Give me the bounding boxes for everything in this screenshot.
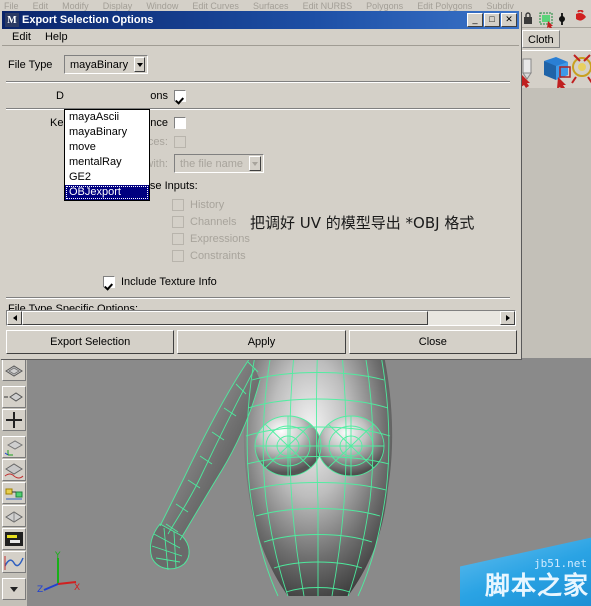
rename-with-value: the file name bbox=[180, 157, 243, 170]
dropdown-item-move[interactable]: move bbox=[65, 140, 149, 155]
viewport-3d[interactable]: Y X Z bbox=[28, 358, 591, 606]
maya-right-panel-filler bbox=[520, 88, 591, 358]
maximize-button[interactable]: □ bbox=[484, 13, 500, 27]
dialog-title-bar[interactable]: M Export Selection Options _ □ ✕ bbox=[2, 11, 519, 29]
divider-3 bbox=[6, 297, 510, 299]
dropdown-item-ge2[interactable]: GE2 bbox=[65, 170, 149, 185]
default-extensions-label-fragment: D bbox=[56, 90, 64, 102]
expressions-checkbox[interactable] bbox=[172, 233, 184, 245]
view-graph-icon[interactable] bbox=[2, 482, 26, 504]
dropdown-item-mayabinary[interactable]: mayaBinary bbox=[65, 125, 149, 140]
view-split-icon[interactable] bbox=[2, 386, 26, 408]
dialog-menu-help[interactable]: Help bbox=[39, 30, 76, 44]
file-type-combobox[interactable]: mayaBinary bbox=[64, 55, 148, 74]
maya-menu-file[interactable]: File bbox=[0, 1, 26, 11]
export-selection-options-dialog[interactable]: M Export Selection Options _ □ ✕ Edit He… bbox=[0, 11, 521, 359]
maya-menu-modify[interactable]: Modify bbox=[58, 1, 96, 11]
close-button-bottom[interactable]: Close bbox=[348, 330, 517, 354]
maya-menu-edit-polygons[interactable]: Edit Polygons bbox=[413, 1, 479, 11]
channels-checkbox[interactable] bbox=[172, 216, 184, 228]
dropdown-item-objexport[interactable]: OBJexport bbox=[65, 185, 149, 200]
scroll-left-button[interactable] bbox=[7, 311, 22, 325]
dropdown-item-mentalray[interactable]: mentalRay bbox=[65, 155, 149, 170]
view-axis-plane-icon[interactable] bbox=[2, 436, 26, 458]
chevron-down-icon[interactable] bbox=[134, 57, 145, 72]
keep-reference-label-fragment: Ke bbox=[50, 117, 64, 129]
dropdown-item-mayaascii[interactable]: mayaAscii bbox=[65, 110, 149, 125]
dialog-menu-edit[interactable]: Edit bbox=[6, 30, 39, 44]
dialog-button-row[interactable]: Export Selection Apply Close bbox=[6, 330, 517, 354]
maya-menu-edit[interactable]: Edit bbox=[29, 1, 56, 11]
expressions-row[interactable]: Expressions bbox=[172, 233, 250, 245]
maya-menu-subdiv[interactable]: Subdiv bbox=[482, 1, 521, 11]
constraints-label: Constraints bbox=[190, 250, 246, 262]
view-curve-icon[interactable] bbox=[2, 551, 26, 573]
channels-label: Channels bbox=[190, 216, 237, 228]
references-checkbox[interactable] bbox=[174, 136, 186, 148]
close-button[interactable]: ✕ bbox=[501, 13, 517, 27]
include-texture-info-label: Include Texture Info bbox=[121, 276, 217, 288]
chevron-down-icon-2[interactable] bbox=[248, 156, 261, 171]
maya-shelf-icon-row[interactable] bbox=[520, 50, 591, 90]
dialog-horizontal-scrollbar[interactable] bbox=[6, 310, 516, 326]
window-controls[interactable]: _ □ ✕ bbox=[467, 13, 517, 27]
maya-menu-edit-nurbs[interactable]: Edit NURBS bbox=[299, 1, 360, 11]
expressions-label: Expressions bbox=[190, 233, 250, 245]
constraints-checkbox[interactable] bbox=[172, 250, 184, 262]
file-type-row: File Type mayaBinary bbox=[8, 55, 148, 74]
screen: File Edit Modify Display Window Edit Cur… bbox=[0, 0, 591, 606]
maya-m-icon: M bbox=[5, 13, 19, 27]
history-row[interactable]: History bbox=[172, 199, 224, 211]
status-toolbar-icons bbox=[522, 9, 586, 29]
scrollbar-track[interactable] bbox=[22, 311, 500, 325]
apply-button[interactable]: Apply bbox=[177, 330, 346, 354]
maya-status-toolbar[interactable] bbox=[520, 9, 591, 29]
view-crosshair-icon[interactable] bbox=[2, 409, 26, 431]
dialog-menu-bar[interactable]: Edit Help bbox=[2, 29, 519, 46]
dialog-body: File Type mayaBinary ons D nce Ke ces: w… bbox=[2, 46, 519, 323]
maya-menu-polygons[interactable]: Polygons bbox=[362, 1, 410, 11]
shelf-icons bbox=[521, 54, 591, 90]
export-selection-button[interactable]: Export Selection bbox=[6, 330, 175, 354]
view-persp-icon[interactable] bbox=[2, 505, 26, 527]
maya-menu-surfaces[interactable]: Surfaces bbox=[249, 1, 296, 11]
maya-menu-edit-curves[interactable]: Edit Curves bbox=[188, 1, 246, 11]
axis-gizmo: Y X Z bbox=[37, 551, 80, 594]
view-outliner-icon[interactable] bbox=[2, 528, 26, 550]
svg-text:X: X bbox=[74, 583, 80, 593]
svg-text:Y: Y bbox=[54, 551, 61, 561]
scrollbar-thumb[interactable] bbox=[22, 311, 429, 325]
toolbar-more-dropdown[interactable] bbox=[2, 578, 26, 600]
scroll-right-button[interactable] bbox=[500, 311, 515, 325]
file-type-dropdown-list[interactable]: mayaAscii mayaBinary move mentalRay GE2 … bbox=[64, 109, 150, 201]
view-shaded-icon[interactable] bbox=[2, 459, 26, 481]
include-texture-info-row[interactable]: Include Texture Info bbox=[103, 276, 217, 288]
history-label: History bbox=[190, 199, 225, 211]
annotation-text: 把调好 UV 的模型导出 *OBJ 格式 bbox=[250, 214, 475, 232]
constraints-row[interactable]: Constraints bbox=[172, 250, 246, 262]
rename-with-combobox[interactable]: the file name bbox=[174, 154, 264, 173]
file-type-label: File Type bbox=[8, 58, 53, 71]
dialog-title: Export Selection Options bbox=[22, 14, 154, 26]
channels-row[interactable]: Channels bbox=[172, 216, 236, 228]
view-compass-icon[interactable] bbox=[2, 359, 26, 381]
shelf-tab-cloth[interactable]: Cloth bbox=[522, 30, 560, 48]
history-checkbox[interactable] bbox=[172, 199, 184, 211]
minimize-button[interactable]: _ bbox=[467, 13, 483, 27]
default-extensions-checkbox[interactable] bbox=[174, 90, 186, 102]
model-wireframe bbox=[149, 358, 393, 597]
maya-menu-bar[interactable]: File Edit Modify Display Window Edit Cur… bbox=[0, 0, 591, 11]
divider-1 bbox=[6, 81, 510, 83]
viewport-left-toolbar[interactable] bbox=[0, 358, 28, 606]
svg-text:Z: Z bbox=[37, 585, 43, 594]
file-type-value: mayaBinary bbox=[70, 58, 129, 71]
maya-shelf-tab-bar[interactable]: Cloth Fluids bbox=[520, 28, 591, 50]
maya-menu-window[interactable]: Window bbox=[142, 1, 185, 11]
include-texture-info-checkbox[interactable] bbox=[103, 276, 115, 288]
keep-reference-checkbox[interactable] bbox=[174, 117, 186, 129]
maya-menu-display[interactable]: Display bbox=[99, 1, 140, 11]
